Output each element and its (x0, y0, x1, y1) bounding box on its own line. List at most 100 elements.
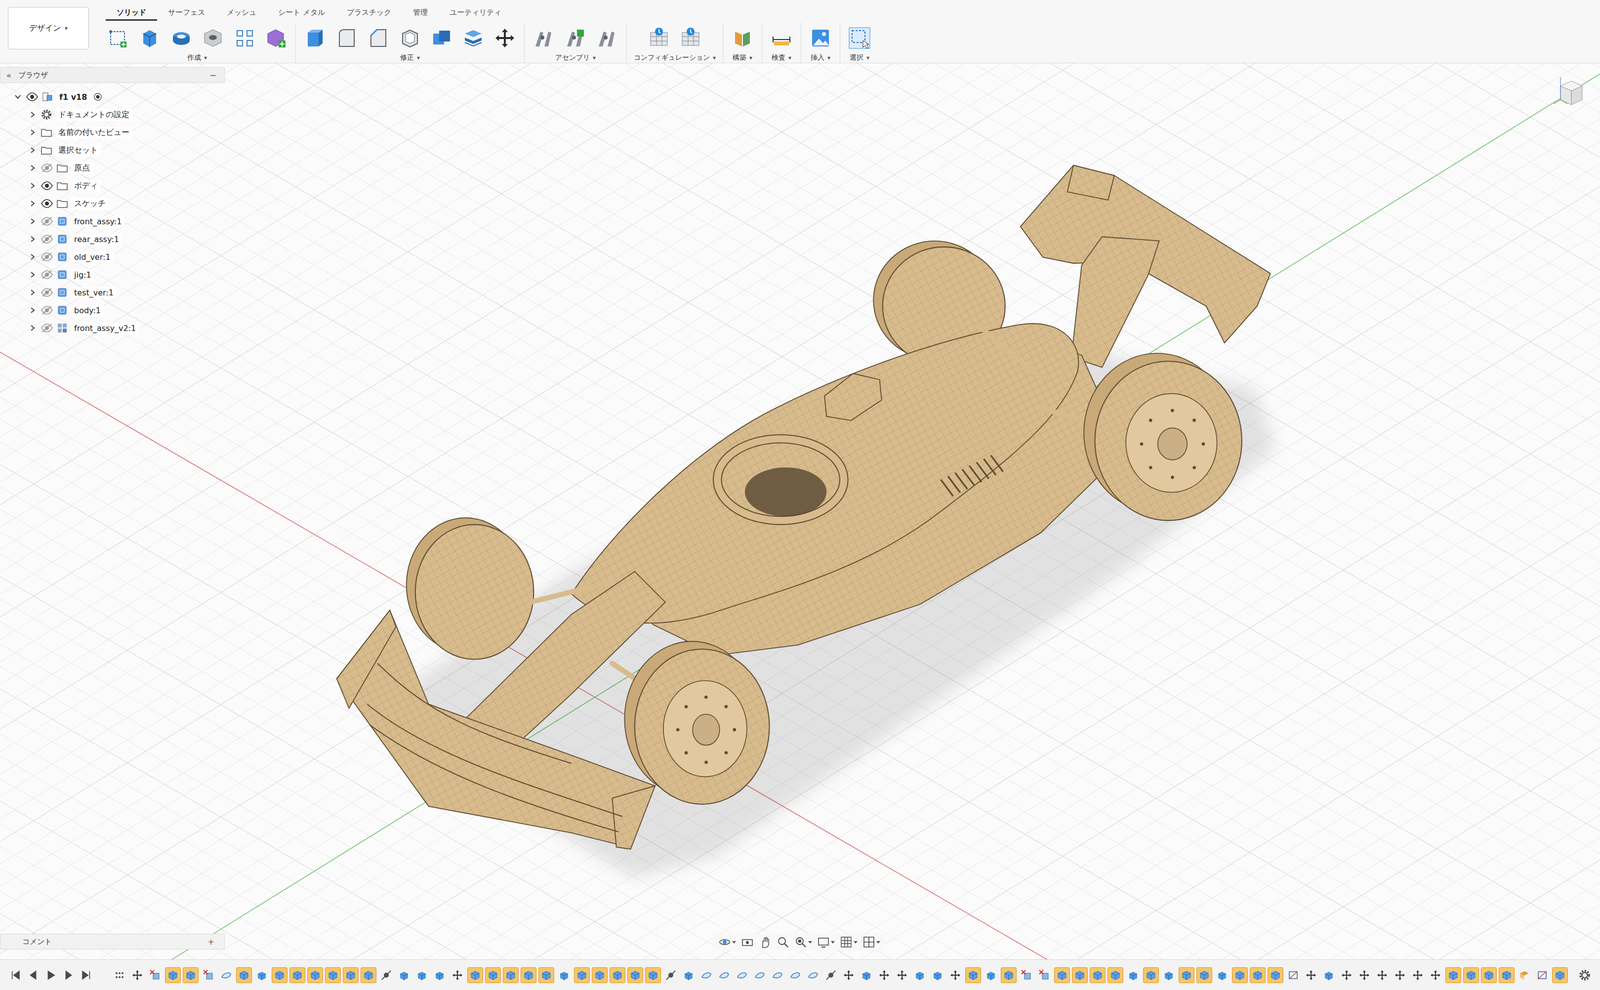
timeline-feature[interactable] (1392, 967, 1408, 984)
next-button[interactable] (61, 967, 77, 983)
timeline-feature[interactable] (1427, 967, 1444, 984)
browser-item[interactable]: ドキュメントの設定 (0, 105, 225, 124)
timeline-feature[interactable] (1054, 967, 1070, 984)
expand-icon[interactable] (27, 163, 38, 173)
browser-item[interactable]: old_ver:1 (0, 247, 225, 266)
timeline-feature[interactable] (787, 967, 804, 984)
tool-button[interactable] (531, 25, 557, 51)
timeline-feature[interactable] (431, 967, 448, 984)
timeline-feature[interactable] (200, 967, 217, 984)
browser-item[interactable]: スケッチ (0, 194, 225, 213)
ribbon-tab[interactable]: ソリッド (105, 7, 158, 21)
eye-icon[interactable] (40, 180, 54, 191)
timeline-feature[interactable] (147, 967, 164, 984)
browser-item[interactable]: 名前の付いたビュー (0, 123, 225, 142)
timeline-feature[interactable] (1320, 967, 1337, 984)
timeline-feature[interactable] (1480, 967, 1497, 984)
timeline-feature[interactable] (538, 967, 555, 984)
tool-group-label[interactable]: 作成▾ (187, 53, 207, 64)
tool-button[interactable] (563, 25, 588, 51)
browser-item[interactable]: body:1 (0, 301, 225, 320)
expand-icon[interactable] (27, 251, 38, 262)
browser-item[interactable]: front_assy:1 (0, 212, 225, 231)
timeline-feature[interactable] (1267, 967, 1284, 984)
tool-button[interactable] (429, 25, 454, 51)
active-radio-icon[interactable] (92, 91, 103, 102)
eye-hidden-icon[interactable] (40, 234, 54, 245)
timeline-feature[interactable] (111, 967, 128, 984)
eye-hidden-icon[interactable] (40, 287, 54, 298)
timeline-feature[interactable] (965, 967, 982, 984)
expand-icon[interactable] (27, 145, 38, 156)
timeline-feature[interactable] (1160, 967, 1177, 984)
timeline-feature[interactable] (645, 967, 661, 984)
tool-group-label[interactable]: 修正▾ (400, 53, 420, 64)
expand-icon[interactable] (27, 216, 38, 227)
nav-button[interactable] (839, 935, 858, 949)
eye-icon[interactable] (40, 198, 54, 209)
tool-button[interactable] (105, 25, 131, 51)
timeline-feature[interactable] (360, 967, 377, 984)
timeline-feature[interactable] (378, 967, 395, 984)
tool-button[interactable] (847, 25, 872, 51)
f1-car-model[interactable] (336, 165, 1276, 878)
ribbon-tab[interactable]: ユーティリティ (438, 7, 513, 21)
browser-item[interactable]: ボディ (0, 176, 225, 195)
timeline-feature[interactable] (502, 967, 519, 984)
tool-button[interactable] (594, 25, 620, 51)
timeline-feature[interactable] (716, 967, 733, 984)
timeline-feature[interactable] (1303, 967, 1319, 984)
eye-hidden-icon[interactable] (40, 323, 54, 333)
expand-icon[interactable] (27, 323, 38, 333)
browser-item[interactable]: front_assy_v2:1 (0, 319, 225, 337)
expand-icon[interactable] (27, 234, 38, 245)
timeline-feature[interactable] (1071, 967, 1088, 984)
timeline-feature[interactable] (271, 967, 288, 984)
timeline-feature[interactable] (1534, 967, 1551, 984)
eye-hidden-icon[interactable] (40, 305, 54, 316)
timeline-feature[interactable] (1231, 967, 1248, 984)
expand-icon[interactable] (27, 127, 38, 138)
tool-button[interactable] (397, 25, 423, 51)
timeline-feature[interactable] (1285, 967, 1302, 984)
eye-icon[interactable] (25, 91, 39, 102)
timeline-feature[interactable] (591, 967, 608, 984)
timeline-feature[interactable] (485, 967, 501, 984)
browser-item[interactable]: 選択セット (0, 141, 225, 160)
timeline-feature[interactable] (1338, 967, 1355, 984)
tool-button[interactable] (460, 25, 486, 51)
timeline-feature[interactable] (1107, 967, 1124, 984)
view-cube-icon[interactable] (1549, 72, 1590, 112)
first-button[interactable] (7, 967, 23, 983)
play-button[interactable] (43, 967, 59, 983)
browser-item[interactable]: test_ver:1 (0, 283, 225, 302)
tool-group-label[interactable]: コンフィギュレーション▾ (633, 53, 716, 64)
timeline-feature[interactable] (840, 967, 857, 984)
ribbon-tab[interactable]: サーフェス (157, 7, 216, 21)
tool-group-label[interactable]: 挿入▾ (810, 53, 831, 64)
eye-hidden-icon[interactable] (40, 251, 54, 262)
timeline-feature[interactable] (1143, 967, 1159, 984)
timeline-feature[interactable] (307, 967, 324, 984)
workspace-switcher[interactable]: デザイン▾ (7, 6, 89, 50)
timeline-feature[interactable] (449, 967, 466, 984)
timeline-feature[interactable] (129, 967, 146, 984)
timeline-feature[interactable] (894, 967, 910, 984)
timeline-feature[interactable] (1552, 967, 1568, 984)
timeline-feature[interactable] (253, 967, 270, 984)
timeline-feature[interactable] (680, 967, 697, 984)
timeline-feature[interactable] (236, 967, 252, 984)
browser-item[interactable]: f1 v18 (0, 87, 225, 106)
add-comment-button[interactable]: + (207, 937, 215, 947)
expand-icon[interactable] (27, 269, 38, 280)
tool-group-label[interactable]: 構築▾ (732, 53, 753, 64)
timeline-feature[interactable] (325, 967, 341, 984)
timeline-feature[interactable] (1018, 967, 1035, 984)
tool-button[interactable] (232, 25, 257, 51)
timeline-feature[interactable] (911, 967, 928, 984)
timeline-feature[interactable] (342, 967, 359, 984)
timeline-feature[interactable] (822, 967, 839, 984)
eye-hidden-icon[interactable] (40, 216, 54, 227)
timeline-feature[interactable] (1445, 967, 1462, 984)
expand-icon[interactable] (27, 287, 38, 298)
